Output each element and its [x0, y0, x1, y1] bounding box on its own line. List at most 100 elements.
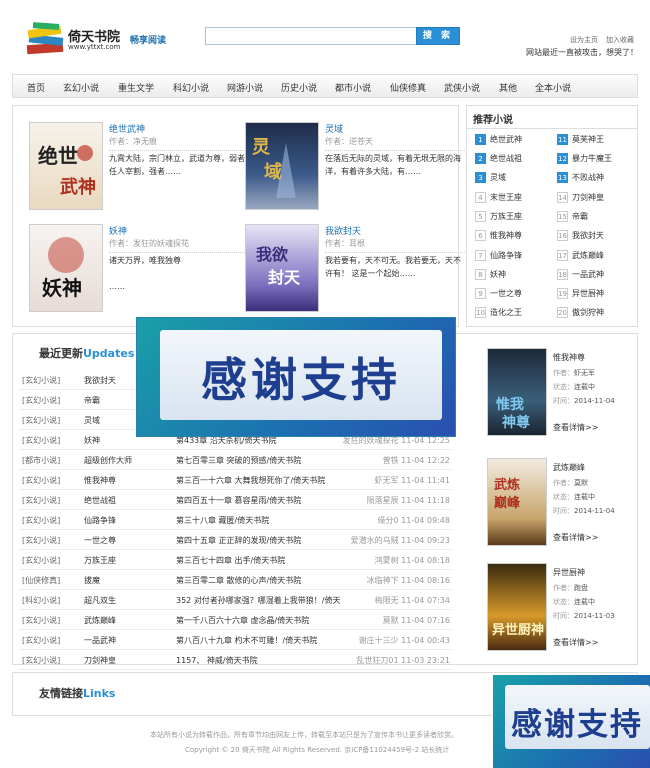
- view-details-link[interactable]: 查看详情>>: [553, 422, 598, 433]
- featured-book[interactable]: 妖神 妖神 作者：发狂的妖魂探花 诸天万界，唯我独尊……: [29, 224, 249, 314]
- recommend-item[interactable]: 19 异世厨神: [557, 288, 604, 299]
- book-desc: 诸天万界，唯我独尊……: [109, 252, 249, 293]
- recommend-item[interactable]: 7 仙路争锋: [475, 250, 522, 261]
- svg-text:异世厨神: 异世厨神: [492, 622, 544, 638]
- book-cover[interactable]: 我欲 封天: [245, 224, 319, 312]
- recommend-item[interactable]: 17 武炼巅峰: [557, 250, 604, 261]
- book-cover[interactable]: 绝世 武神: [29, 122, 103, 210]
- recommend-item[interactable]: 10 造化之王: [475, 307, 522, 318]
- recommend-item[interactable]: 3 灵域: [475, 172, 506, 183]
- recommend-item[interactable]: 4 末世王座: [475, 192, 522, 203]
- nav-xianxia[interactable]: 仙侠修真: [390, 81, 426, 94]
- book-status: 状态：连载中: [553, 383, 595, 391]
- nav-home[interactable]: 首页: [27, 81, 45, 94]
- update-row[interactable]: [玄幻小说] 惟我神尊 第三百一十六章 大舞我想死你了/倚天书院 虾无军 11-04 …: [20, 470, 452, 490]
- book-cover[interactable]: 灵域: [245, 122, 319, 210]
- footer-disclaimer: 本站所有小说为转载作品，所有章节均由网友上传，转载至本站只是为了宣传本书让更多读…: [150, 731, 458, 739]
- recommend-item[interactable]: 8 妖神: [475, 269, 506, 280]
- thanks-banner-inner: 感谢支持: [505, 685, 650, 749]
- recommend-item[interactable]: 11 莫芙神王: [557, 134, 604, 145]
- update-row[interactable]: [玄幻小说] 刀剑神皇 1157、 神威/倚天书院 乱世狂刀01 11-03 23:2…: [20, 650, 452, 670]
- thanks-overlay-banner-small[interactable]: 感谢支持: [493, 675, 650, 768]
- recommend-item[interactable]: 13 不败战神: [557, 172, 604, 183]
- book-cover[interactable]: 武炼 巅峰: [487, 458, 547, 546]
- recommend-item[interactable]: 20 傲剑狩神: [557, 307, 604, 318]
- book-name[interactable]: 惟我神尊: [553, 352, 585, 363]
- main-nav: 首页 玄幻小说 重生文学 科幻小说 网游小说 历史小说 都市小说 仙侠修真 武侠…: [12, 74, 638, 98]
- logo-books-icon[interactable]: [25, 22, 67, 56]
- sidebar-book[interactable]: 惟我 神尊 惟我神尊 作者：虾无军 状态：连载中 时间：2014-11-04 查看…: [487, 348, 637, 444]
- nav-chongsheng[interactable]: 重生文学: [118, 81, 154, 94]
- nav-other[interactable]: 其他: [499, 81, 517, 94]
- update-row[interactable]: [都市小说] 超级创作大师 第七百零三章 突破的预感/倚天书院 曾铁 11-04 12…: [20, 450, 452, 470]
- nav-wuxia[interactable]: 武侠小说: [444, 81, 480, 94]
- thanks-overlay-banner[interactable]: 感谢支持: [137, 318, 455, 436]
- nav-dushi[interactable]: 都市小说: [335, 81, 371, 94]
- recommend-item[interactable]: 5 万族王座: [475, 211, 522, 222]
- book-author: 作者：莫默: [553, 479, 588, 487]
- update-row[interactable]: [玄幻小说] 一品武神 第八百八十九章 杓木不可雕！/倚天书院 谢庄十三少 11-04…: [20, 630, 452, 650]
- search-button[interactable]: 搜 索: [416, 27, 460, 45]
- book-desc: 在落后无际的灵域，有着无垠无限的海洋，有着许多大陆，有……: [325, 150, 465, 178]
- svg-text:神尊: 神尊: [502, 414, 530, 431]
- update-row[interactable]: [玄幻小说] 绝世战祖 第四百五十一章 慕容星雨/倚天书院 陨落星辰 11-04 11…: [20, 490, 452, 510]
- svg-text:绝世: 绝世: [38, 144, 78, 168]
- recommend-item[interactable]: 1 绝世武神: [475, 134, 522, 145]
- recommend-box: 推荐小说 1 绝世武神 2 绝世战祖 3 灵域 4 末世王座 5 万族王座 6 惟我神尊 7…: [466, 105, 638, 327]
- add-favorite-link[interactable]: 加入收藏: [606, 36, 634, 44]
- book-title[interactable]: 灵域: [325, 122, 343, 135]
- book-title[interactable]: 我欲封天: [325, 224, 361, 237]
- links-title: 友情链接Links: [39, 687, 116, 700]
- set-home-link[interactable]: 设为主页: [570, 36, 598, 44]
- recommend-item[interactable]: 16 我欲封天: [557, 230, 604, 241]
- featured-book[interactable]: 绝世 武神 绝世武神 作者：净无痕 九霄大陆，宗门林立，武道为尊，弱者任人宰割，强…: [29, 122, 249, 212]
- book-cover[interactable]: 妖神: [29, 224, 103, 312]
- svg-text:灵: 灵: [252, 137, 271, 158]
- featured-book[interactable]: 灵域 灵域 作者：逆苍天 在落后无际的灵域，有着无垠无限的海洋，有着许多大陆，有…: [245, 122, 465, 212]
- nav-complete[interactable]: 全本小说: [535, 81, 571, 94]
- book-title[interactable]: 绝世武神: [109, 122, 145, 135]
- update-row[interactable]: [玄幻小说] 武炼巅峰 第一千八百六十六章 虚念晶/倚天书院 莫默 11-04 07:…: [20, 610, 452, 630]
- recommend-item[interactable]: 9 一世之尊: [475, 288, 522, 299]
- svg-text:妖神: 妖神: [42, 276, 82, 300]
- update-row[interactable]: [科幻小说] 超凡双生 352 对付者孙哪家强？哪湿着上我带狼！/倚天 梅限无 11-…: [20, 590, 452, 610]
- view-details-link[interactable]: 查看详情>>: [553, 532, 598, 543]
- book-author: 作者：逆苍天: [325, 137, 373, 146]
- recommend-item[interactable]: 6 惟我神尊: [475, 230, 522, 241]
- footer-copyright: Copyright © 20 倚天书院 All Rights Reserved.…: [185, 746, 450, 754]
- book-status: 状态：连载中: [553, 493, 595, 501]
- header: 倚天书院 www.yttxt.com 畅享阅读 搜 索 设为主页 加入收藏 网站最…: [0, 0, 650, 72]
- book-title[interactable]: 妖神: [109, 224, 127, 237]
- svg-text:惟我: 惟我: [496, 396, 524, 413]
- recommend-title: 推荐小说: [473, 115, 513, 126]
- featured-book[interactable]: 我欲 封天 我欲封天 作者：耳根 我若要有，天不可无。我若要无，天不许有！ 这是一…: [245, 224, 465, 314]
- update-row[interactable]: [仙侠修真] 拔魔 第三百零二章 散修的心声/倚天书院 冰临神下 11-04 08:1…: [20, 570, 452, 590]
- book-cover[interactable]: 异世厨神: [487, 563, 547, 651]
- recommend-item[interactable]: 15 帝霸: [557, 211, 588, 222]
- view-details-link[interactable]: 查看详情>>: [553, 637, 598, 648]
- update-row[interactable]: [玄幻小说] 一世之尊 第四十五章 正正辞的发现/倚天书院 爱潜水的乌贼 11-04 …: [20, 530, 452, 550]
- book-author: 作者：净无痕: [109, 137, 157, 146]
- book-name[interactable]: 异世厨神: [553, 567, 585, 578]
- nav-wangyou[interactable]: 网游小说: [227, 81, 263, 94]
- recommend-item[interactable]: 18 一品武神: [557, 269, 604, 280]
- sidebar-book[interactable]: 异世厨神 异世厨神 作者：跑盘 状态：连载中 时间：2014-11-03 查看详…: [487, 563, 637, 659]
- svg-text:域: 域: [264, 161, 282, 183]
- book-time: 时间：2014-11-04: [553, 507, 615, 515]
- book-desc: 我若要有，天不可无。我若要无，天不许有！ 这是一个起始……: [325, 252, 465, 280]
- book-cover[interactable]: 惟我 神尊: [487, 348, 547, 436]
- recommend-item[interactable]: 14 刀剑神皇: [557, 192, 604, 203]
- nav-xuanhuan[interactable]: 玄幻小说: [63, 81, 99, 94]
- book-name[interactable]: 武炼巅峰: [553, 462, 585, 473]
- featured-box: 绝世 武神 绝世武神 作者：净无痕 九霄大陆，宗门林立，武道为尊，弱者任人宰割，强…: [12, 105, 465, 327]
- update-row[interactable]: [玄幻小说] 万族王座 第三百七十四章 出手/倚天书院 鸿蒙树 11-04 08:18: [20, 550, 452, 570]
- recommend-item[interactable]: 12 暴力牛魔王: [557, 153, 612, 164]
- book-time: 时间：2014-11-04: [553, 397, 615, 405]
- sidebar-book[interactable]: 武炼 巅峰 武炼巅峰 作者：莫默 状态：连载中 时间：2014-11-04 查看详…: [487, 458, 637, 554]
- recommend-item[interactable]: 2 绝世战祖: [475, 153, 522, 164]
- site-slogan: 畅享阅读: [130, 36, 167, 46]
- update-row[interactable]: [玄幻小说] 仙路争锋 第三十八章 藏匿/倚天书院 缘分0 11-04 09:48: [20, 510, 452, 530]
- nav-kehuan[interactable]: 科幻小说: [173, 81, 209, 94]
- nav-lishi[interactable]: 历史小说: [281, 81, 317, 94]
- search-input[interactable]: [205, 27, 417, 45]
